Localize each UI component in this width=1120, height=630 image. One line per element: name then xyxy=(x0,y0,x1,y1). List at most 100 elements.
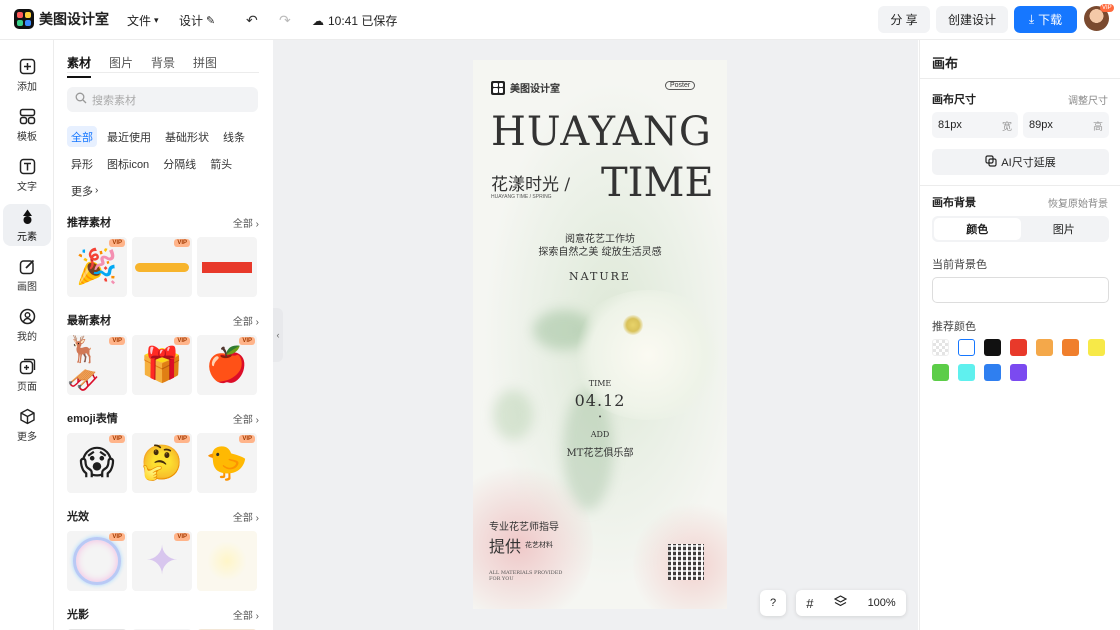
divider xyxy=(920,78,1120,79)
design-menu[interactable]: 设计 ✎ xyxy=(179,12,215,29)
swatch-white[interactable] xyxy=(958,339,975,356)
swatch-black[interactable] xyxy=(984,339,1001,356)
swatch-light-orange[interactable] xyxy=(1036,339,1053,356)
vip-badge: VIP xyxy=(174,337,190,345)
poster-provide-sub: 花艺材料 xyxy=(525,541,554,549)
properties-panel: 画布 画布尺寸 调整尺寸 81px 宽 89px 高 AI尺寸延展 画布背景 恢复原… xyxy=(919,40,1120,630)
download-label: 下载 xyxy=(1038,13,1063,27)
see-all-label: 全部 xyxy=(232,414,253,426)
christmas-gift-thumb[interactable]: 🎁 VIP xyxy=(132,335,192,395)
resize-link[interactable]: 调整尺寸 xyxy=(1068,92,1108,107)
swatch-purple[interactable] xyxy=(1010,364,1027,381)
height-field[interactable]: 89px 高 xyxy=(1023,112,1109,138)
swatch-yellow[interactable] xyxy=(1088,339,1105,356)
chip-recent[interactable]: 最近使用 xyxy=(103,126,155,147)
chip-dividers[interactable]: 分隔线 xyxy=(159,153,200,174)
panel-tabs: 素材 图片 背景 拼图 xyxy=(67,54,235,78)
swatch-blue[interactable] xyxy=(984,364,1001,381)
chip-basic-shapes[interactable]: 基础形状 xyxy=(161,126,213,147)
rail-item-template[interactable]: 模板 xyxy=(3,104,51,146)
width-field[interactable]: 81px 宽 xyxy=(932,112,1018,138)
logo-icon xyxy=(14,9,34,29)
chip-irregular[interactable]: 异形 xyxy=(67,153,97,174)
canvas-stage[interactable]: 美图设计室 Poster HUAYANG 花漾时光 / TIME HUAYANG… xyxy=(273,40,918,630)
red-apple-icon: 🍎 xyxy=(205,346,249,384)
bg-color-tab[interactable]: 颜色 xyxy=(934,218,1021,240)
swatch-red[interactable] xyxy=(1010,339,1027,356)
vip-badge: VIP xyxy=(174,239,190,247)
poster-nature: NATURE xyxy=(569,270,631,283)
soft-glow-thumb[interactable] xyxy=(197,531,257,591)
download-button[interactable]: ⤓ 下载 xyxy=(1014,6,1077,33)
grid-icon[interactable]: # xyxy=(806,596,813,611)
restore-bg-link[interactable]: 恢复原始背景 xyxy=(1048,195,1108,210)
save-status-text: 10:41 已保存 xyxy=(328,14,398,28)
rail-item-text[interactable]: 文字 xyxy=(3,154,51,196)
ai-resize-label: AI尺寸延展 xyxy=(1001,157,1056,169)
red-apple-thumb[interactable]: 🍎 VIP xyxy=(197,335,257,395)
see-all-link[interactable]: 全部 › xyxy=(233,313,259,328)
tab-backgrounds[interactable]: 背景 xyxy=(151,54,175,78)
see-all-link[interactable]: 全部 › xyxy=(233,411,259,426)
rail-item-add[interactable]: 添加 xyxy=(3,54,51,96)
red-bar-thumb[interactable] xyxy=(197,237,257,297)
chip-all[interactable]: 全部 xyxy=(67,126,97,147)
section-emoji: emoji表情 全部 › 😱 VIP 🤔 VIP 🐤 VIP xyxy=(67,410,259,493)
collapse-panel-button[interactable]: ‹ xyxy=(273,308,283,362)
current-bg-label: 当前背景色 xyxy=(932,259,987,271)
rail-item-draw[interactable]: 画图 xyxy=(3,254,51,296)
chip-icons[interactable]: 图标icon xyxy=(103,153,153,174)
zoom-level[interactable]: 100% xyxy=(868,597,896,609)
current-bg-color-picker[interactable] xyxy=(932,277,1109,303)
rail-item-pages[interactable]: 页面 xyxy=(3,354,51,396)
help-button[interactable]: ? xyxy=(760,590,786,616)
search-input[interactable]: 搜索素材 xyxy=(67,87,258,112)
cloud-check-icon: ☁ xyxy=(312,13,324,28)
see-all-label: 全部 xyxy=(232,512,253,524)
poster-add-label: ADD xyxy=(590,430,610,439)
soft-glow-icon xyxy=(207,541,247,581)
sparkle-star-thumb[interactable]: ✦ VIP xyxy=(132,531,192,591)
undo-icon: ↶ xyxy=(246,12,258,28)
see-all-link[interactable]: 全部 › xyxy=(233,215,259,230)
yellow-brush-stroke-thumb[interactable]: VIP xyxy=(132,237,192,297)
swatch-transparent[interactable] xyxy=(932,339,949,356)
file-menu-label: 文件 xyxy=(127,14,152,28)
see-all-link[interactable]: 全部 › xyxy=(233,607,259,622)
poster-canvas[interactable]: 美图设计室 Poster HUAYANG 花漾时光 / TIME HUAYANG… xyxy=(473,60,727,609)
chip-more[interactable]: 更多 › xyxy=(67,180,102,201)
rail-item-mine[interactable]: 我的 xyxy=(3,304,51,346)
see-all-link[interactable]: 全部 › xyxy=(233,509,259,524)
tab-materials[interactable]: 素材 xyxy=(67,54,92,78)
swatch-green[interactable] xyxy=(932,364,949,381)
vip-badge: VIP xyxy=(174,435,190,443)
rail-item-more[interactable]: 更多 xyxy=(3,404,51,446)
create-design-button[interactable]: 创建设计 xyxy=(936,6,1008,33)
swatch-cyan[interactable] xyxy=(958,364,975,381)
swatch-orange[interactable] xyxy=(1062,339,1079,356)
shocked-face-thumb[interactable]: 😱 VIP xyxy=(67,433,127,493)
rail-item-elements[interactable]: 元素 xyxy=(3,204,51,246)
section-title: 光效 xyxy=(67,511,89,523)
party-popper-thumb[interactable]: 🎉 VIP xyxy=(67,237,127,297)
chip-lines[interactable]: 线条 xyxy=(219,126,249,147)
left-rail: 添加 模板 文字 元素 画图 我的 页面 更多 xyxy=(0,40,54,630)
poster-title-line2: TIME xyxy=(601,160,714,206)
ai-resize-button[interactable]: AI尺寸延展 xyxy=(932,149,1109,175)
tab-collage[interactable]: 拼图 xyxy=(193,54,217,78)
layers-icon[interactable] xyxy=(833,595,848,611)
see-all-label: 全部 xyxy=(232,218,253,230)
file-menu[interactable]: 文件 ▾ xyxy=(127,12,159,29)
thinking-face-thumb[interactable]: 🤔 VIP xyxy=(132,433,192,493)
reindeer-sleigh-thumb[interactable]: 🦌🛷 VIP xyxy=(67,335,127,395)
tab-images[interactable]: 图片 xyxy=(109,54,133,78)
app-logo[interactable]: 美图设计室 xyxy=(14,9,109,29)
redo-button[interactable]: ↷ xyxy=(279,12,291,29)
bubble-ring-thumb[interactable]: VIP xyxy=(67,531,127,591)
undo-button[interactable]: ↶ xyxy=(246,12,258,29)
chick-sign-thumb[interactable]: 🐤 VIP xyxy=(197,433,257,493)
shapes-icon xyxy=(18,207,36,225)
chip-arrows[interactable]: 箭头 xyxy=(206,153,236,174)
bg-image-tab[interactable]: 图片 xyxy=(1021,218,1108,240)
share-button[interactable]: 分 享 xyxy=(878,6,930,33)
